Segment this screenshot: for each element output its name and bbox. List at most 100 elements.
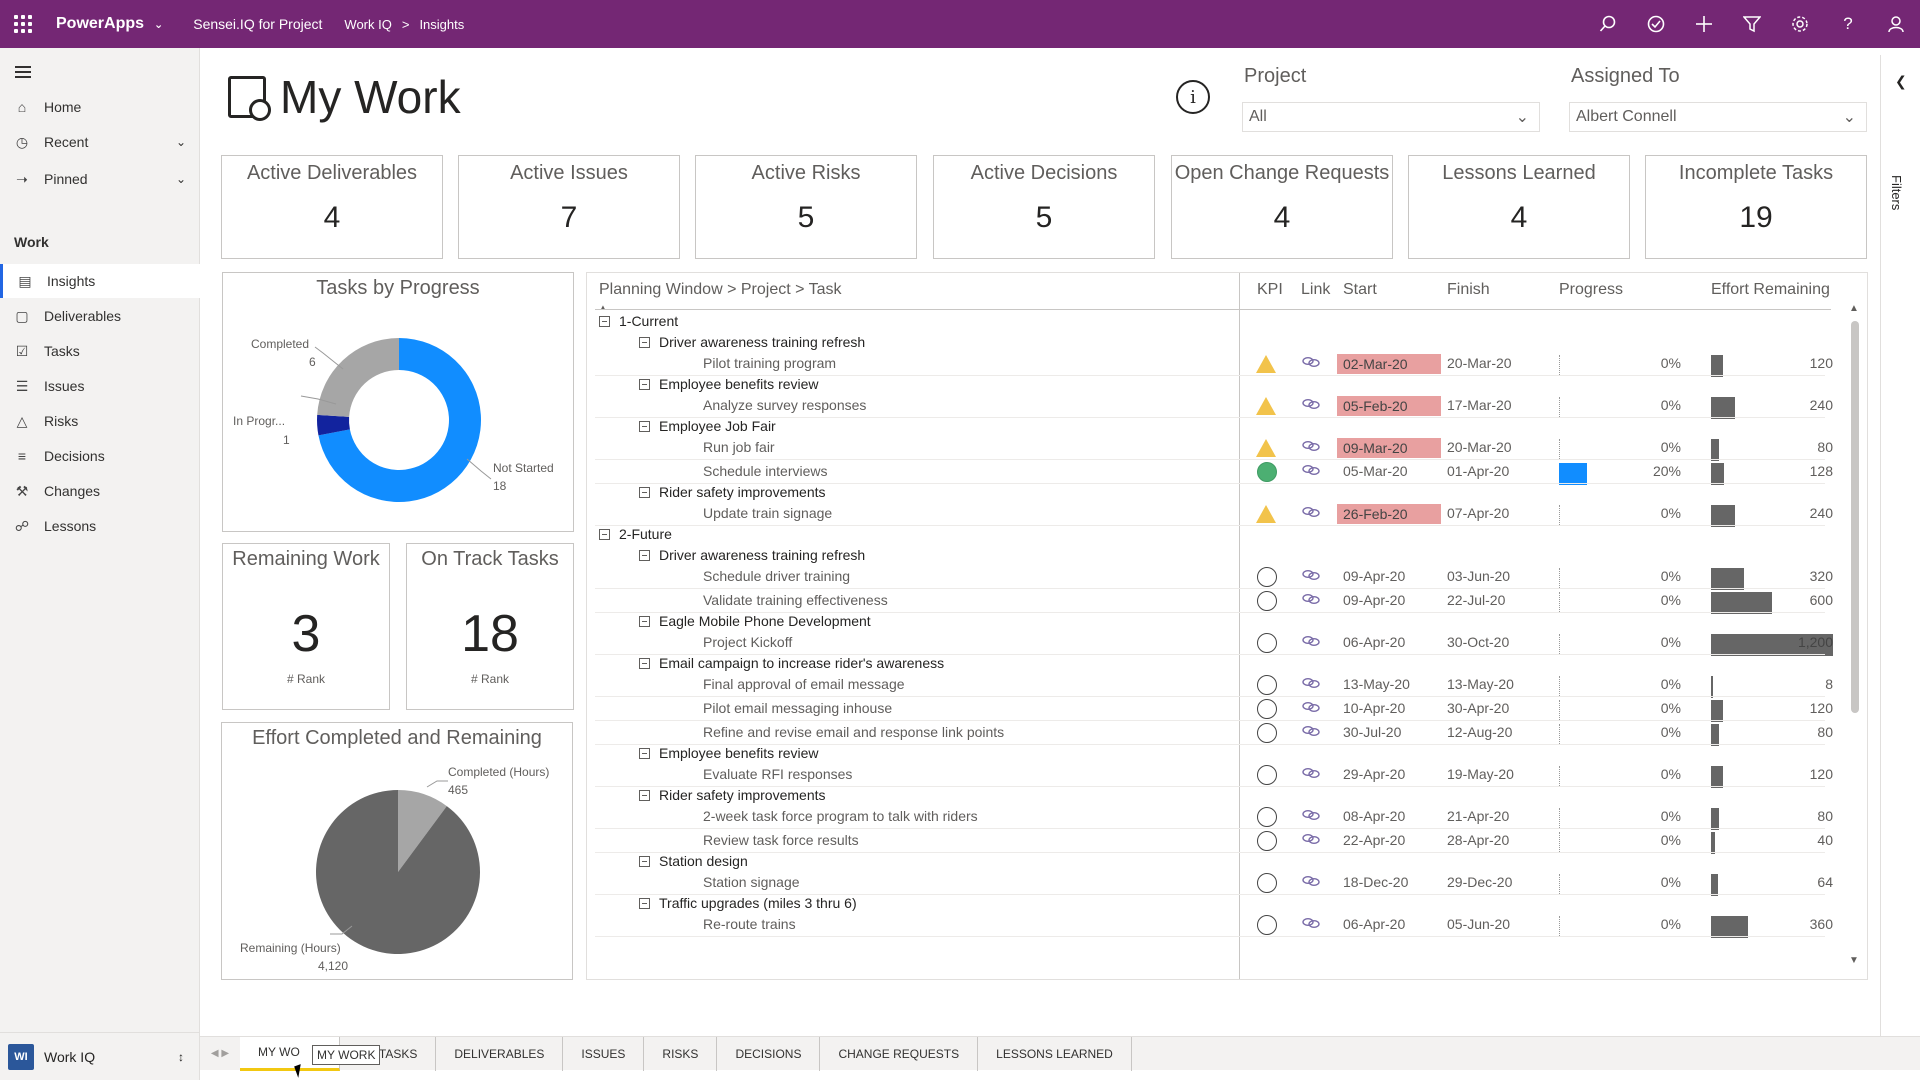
matrix-task-row[interactable]: Re-route trains 06-Apr-20 05-Jun-20 0% 360 — [587, 914, 1867, 938]
plus-icon[interactable] — [1680, 0, 1728, 48]
header-effort-remaining[interactable]: Effort Remaining — [1711, 281, 1830, 299]
matrix-project-row[interactable]: Driver awareness training refresh — [587, 332, 1867, 354]
on-track-tasks-card[interactable]: On Track Tasks 18 # Rank — [406, 543, 574, 710]
scroll-down-icon[interactable]: ▼ — [1849, 955, 1859, 966]
matrix-project-row[interactable]: Driver awareness training refresh — [587, 545, 1867, 567]
collapse-icon[interactable] — [639, 550, 650, 561]
link-icon[interactable] — [1302, 809, 1320, 821]
project-slicer[interactable]: All ⌄ — [1242, 102, 1540, 132]
app-name[interactable]: Sensei.IQ for Project — [193, 16, 322, 32]
link-icon[interactable] — [1302, 917, 1320, 929]
scroll-up-icon[interactable]: ▲ — [1849, 303, 1859, 314]
tab-risks[interactable]: RISKS — [644, 1036, 718, 1071]
link-icon[interactable] — [1302, 464, 1320, 476]
matrix-scrollbar[interactable]: ▲ ▼ — [1849, 303, 1859, 973]
remaining-work-card[interactable]: Remaining Work 3 # Rank — [222, 543, 390, 710]
nav-home[interactable]: ⌂ Home — [0, 90, 200, 124]
tab-deliverables[interactable]: DELIVERABLES — [436, 1036, 564, 1071]
chevron-down-icon[interactable]: ⌄ — [176, 135, 186, 149]
pie-slice-remaining[interactable] — [316, 790, 480, 954]
chevron-left-icon[interactable]: ❮ — [1895, 73, 1907, 90]
scroll-thumb[interactable] — [1851, 321, 1859, 713]
nav-risks[interactable]: △ Risks — [0, 404, 200, 438]
collapse-icon[interactable] — [639, 856, 650, 867]
matrix-task-row[interactable]: Update train signage 26-Feb-20 07-Apr-20 0%… — [587, 503, 1867, 527]
matrix-task-row[interactable]: Evaluate RFI responses 29-Apr-20 19-May-20… — [587, 764, 1867, 788]
collapse-icon[interactable] — [599, 529, 610, 540]
link-icon[interactable] — [1302, 440, 1320, 452]
collapse-icon[interactable] — [639, 379, 650, 390]
matrix-project-row[interactable]: Rider safety improvements — [587, 785, 1867, 807]
tasks-by-progress-chart[interactable]: Tasks by Progress Completed 6 In Progr..… — [222, 272, 574, 532]
matrix-project-row[interactable]: Employee benefits review — [587, 374, 1867, 396]
link-icon[interactable] — [1302, 569, 1320, 581]
collapse-icon[interactable] — [639, 898, 650, 909]
matrix-task-row[interactable]: Refine and revise email and response lin… — [587, 722, 1867, 746]
filter-icon[interactable] — [1728, 0, 1776, 48]
matrix-task-row[interactable]: Final approval of email message 13-May-20… — [587, 674, 1867, 698]
kpi-active-risks[interactable]: Active Risks 5 — [695, 155, 917, 259]
link-icon[interactable] — [1302, 677, 1320, 689]
link-icon[interactable] — [1302, 593, 1320, 605]
person-icon[interactable] — [1872, 0, 1920, 48]
tab-change-requests[interactable]: CHANGE REQUESTS — [820, 1036, 979, 1071]
collapse-icon[interactable] — [639, 790, 650, 801]
matrix-window-row[interactable]: 2-Future — [587, 524, 1867, 546]
collapse-icon[interactable] — [639, 616, 650, 627]
nav-tasks[interactable]: ☑ Tasks — [0, 334, 200, 368]
header-hierarchy[interactable]: Planning Window > Project > Task — [599, 281, 842, 299]
collapse-icon[interactable] — [639, 487, 650, 498]
area-switcher[interactable]: WI Work IQ ↕ — [0, 1032, 200, 1080]
collapse-icon[interactable] — [639, 421, 650, 432]
matrix-task-row[interactable]: Run job fair 09-Mar-20 20-Mar-20 0% 80 — [587, 437, 1867, 461]
brand-menu[interactable]: PowerApps ⌄ — [56, 15, 163, 33]
matrix-task-row[interactable]: Station signage 18-Dec-20 29-Dec-20 0% 64 — [587, 872, 1867, 896]
tab-issues[interactable]: ISSUES — [563, 1036, 645, 1071]
matrix-task-row[interactable]: Schedule driver training 09-Apr-20 03-Jun-… — [587, 566, 1867, 590]
matrix-window-row[interactable]: 1-Current — [587, 311, 1867, 333]
header-finish[interactable]: Finish — [1447, 281, 1490, 299]
task-check-icon[interactable] — [1632, 0, 1680, 48]
header-kpi[interactable]: KPI — [1257, 281, 1283, 299]
matrix-task-row[interactable]: Review task force results 22-Apr-20 28-Apr… — [587, 830, 1867, 854]
collapse-icon[interactable] — [599, 316, 610, 327]
link-icon[interactable] — [1302, 356, 1320, 368]
collapse-icon[interactable] — [639, 658, 650, 669]
kpi-open-change-requests[interactable]: Open Change Requests 4 — [1171, 155, 1393, 259]
kpi-active-issues[interactable]: Active Issues 7 — [458, 155, 680, 259]
effort-pie-chart[interactable]: Effort Completed and Remaining Completed… — [221, 722, 573, 980]
collapse-icon[interactable] — [639, 337, 650, 348]
matrix-project-row[interactable]: Email campaign to increase rider's aware… — [587, 653, 1867, 675]
matrix-task-row[interactable]: Pilot training program 02-Mar-20 20-Mar-20… — [587, 353, 1867, 377]
link-icon[interactable] — [1302, 701, 1320, 713]
matrix-project-row[interactable]: Traffic upgrades (miles 3 thru 6) — [587, 893, 1867, 915]
assigned-slicer[interactable]: Albert Connell ⌄ — [1569, 102, 1867, 132]
tab-lessons-learned[interactable]: LESSONS LEARNED — [978, 1036, 1132, 1071]
info-icon[interactable]: i — [1176, 80, 1210, 114]
matrix-project-row[interactable]: Employee benefits review — [587, 743, 1867, 765]
header-progress[interactable]: Progress — [1559, 281, 1623, 299]
breadcrumb-insights[interactable]: Insights — [419, 17, 464, 32]
link-icon[interactable] — [1302, 875, 1320, 887]
matrix-task-row[interactable]: Project Kickoff 06-Apr-20 30-Oct-20 0% 1,200 — [587, 632, 1867, 656]
kpi-lessons-learned[interactable]: Lessons Learned 4 — [1408, 155, 1630, 259]
tab-decisions[interactable]: DECISIONS — [717, 1036, 821, 1071]
link-icon[interactable] — [1302, 725, 1320, 737]
collapse-icon[interactable] — [639, 748, 650, 759]
matrix-project-row[interactable]: Eagle Mobile Phone Development — [587, 611, 1867, 633]
breadcrumb-work-iq[interactable]: Work IQ — [344, 17, 391, 32]
chevron-down-icon[interactable]: ⌄ — [176, 172, 186, 186]
matrix-task-row[interactable]: 2-week task force program to talk with r… — [587, 806, 1867, 830]
matrix-project-row[interactable]: Station design — [587, 851, 1867, 873]
tab-scroll-icon[interactable]: ◀ ▶ — [200, 1048, 240, 1059]
matrix-project-row[interactable]: Rider safety improvements — [587, 482, 1867, 504]
nav-deliverables[interactable]: ▢ Deliverables — [0, 299, 200, 333]
search-icon[interactable] — [1584, 0, 1632, 48]
matrix-task-row[interactable]: Pilot email messaging inhouse 10-Apr-20 30… — [587, 698, 1867, 722]
header-start[interactable]: Start — [1343, 281, 1377, 299]
app-launcher-icon[interactable] — [0, 0, 46, 48]
filters-toggle[interactable]: Filters — [1889, 175, 1904, 210]
kpi-active-deliverables[interactable]: Active Deliverables 4 — [221, 155, 443, 259]
link-icon[interactable] — [1302, 635, 1320, 647]
matrix-task-row[interactable]: Schedule interviews 05-Mar-20 01-Apr-20 20%… — [587, 461, 1867, 485]
